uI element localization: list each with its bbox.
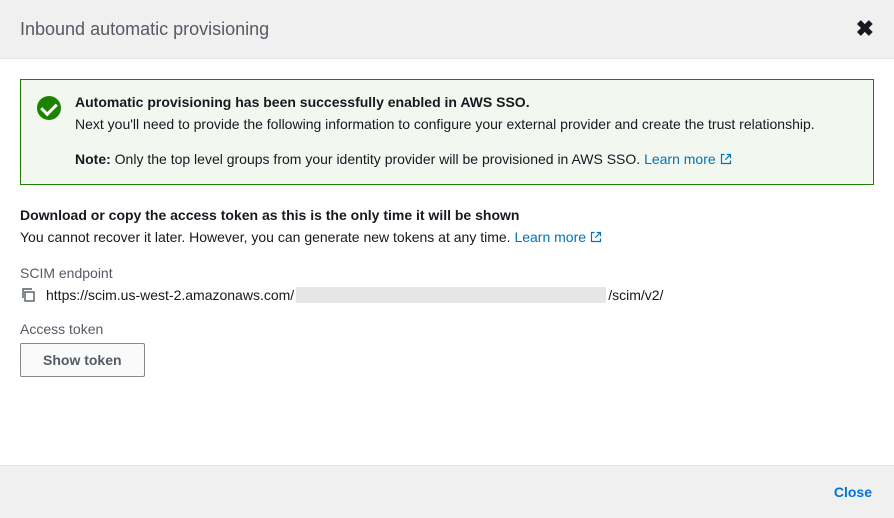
note-text: Only the top level groups from your iden… bbox=[111, 151, 644, 167]
download-description: You cannot recover it later. However, yo… bbox=[20, 229, 874, 245]
modal-header: Inbound automatic provisioning ✖ bbox=[0, 0, 894, 59]
external-link-icon bbox=[720, 153, 732, 165]
download-desc-text: You cannot recover it later. However, yo… bbox=[20, 229, 514, 245]
external-link-icon bbox=[590, 231, 602, 243]
check-circle-icon bbox=[37, 96, 61, 120]
endpoint-prefix: https://scim.us-west-2.amazonaws.com/ bbox=[46, 287, 294, 303]
endpoint-suffix: /scim/v2/ bbox=[608, 287, 663, 303]
learn-more-text: Learn more bbox=[644, 151, 716, 167]
close-button[interactable]: Close bbox=[834, 484, 872, 500]
modal-body: Automatic provisioning has been successf… bbox=[0, 59, 894, 465]
alert-title: Automatic provisioning has been successf… bbox=[75, 94, 857, 110]
close-icon[interactable]: ✖ bbox=[856, 18, 874, 40]
success-alert: Automatic provisioning has been successf… bbox=[20, 79, 874, 185]
modal-title: Inbound automatic provisioning bbox=[20, 19, 269, 40]
copy-icon[interactable] bbox=[20, 287, 36, 303]
learn-more-link-body[interactable]: Learn more bbox=[514, 229, 602, 245]
show-token-button[interactable]: Show token bbox=[20, 343, 145, 377]
alert-content: Automatic provisioning has been successf… bbox=[75, 94, 857, 170]
learn-more-text: Learn more bbox=[514, 229, 586, 245]
alert-note: Note: Only the top level groups from you… bbox=[75, 149, 857, 170]
redacted-region bbox=[296, 287, 606, 303]
access-token-label: Access token bbox=[20, 321, 874, 337]
scim-endpoint-label: SCIM endpoint bbox=[20, 265, 874, 281]
download-title: Download or copy the access token as thi… bbox=[20, 207, 874, 223]
scim-endpoint-value: https://scim.us-west-2.amazonaws.com/ /s… bbox=[46, 287, 663, 303]
modal-dialog: Inbound automatic provisioning ✖ Automat… bbox=[0, 0, 894, 518]
learn-more-link-alert[interactable]: Learn more bbox=[644, 151, 732, 167]
note-label: Note: bbox=[75, 151, 111, 167]
modal-footer: Close bbox=[0, 465, 894, 518]
alert-description: Next you'll need to provide the followin… bbox=[75, 114, 857, 135]
scim-endpoint-row: https://scim.us-west-2.amazonaws.com/ /s… bbox=[20, 287, 874, 303]
